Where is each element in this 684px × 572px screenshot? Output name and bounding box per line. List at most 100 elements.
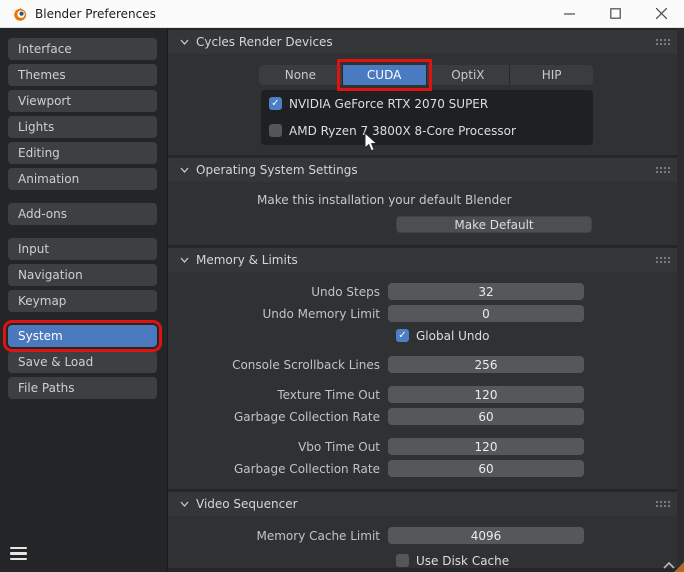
sidebar-item-viewport[interactable]: Viewport: [8, 90, 157, 112]
sidebar-item-label: Interface: [18, 42, 72, 56]
render-device-tabs: None CUDA OptiX HIP: [259, 59, 593, 91]
field-label: Garbage Collection Rate: [233, 409, 380, 424]
tab-none[interactable]: None: [259, 65, 342, 85]
section-title: Operating System Settings: [196, 163, 358, 177]
blender-logo-icon: [10, 7, 27, 21]
vbo-timeout-field[interactable]: 120: [388, 438, 584, 455]
sidebar-item-label: Editing: [18, 146, 60, 160]
field-label: Texture Time Out: [277, 387, 380, 402]
memory-section-header[interactable]: Memory & Limits: [168, 248, 684, 272]
texture-gc-rate-row: Garbage Collection Rate 60: [168, 408, 684, 425]
sidebar-item-label: Add-ons: [18, 207, 67, 221]
sidebar-item-label: File Paths: [18, 381, 75, 395]
device-row-nvidia: NVIDIA GeForce RTX 2070 SUPER: [269, 96, 585, 111]
console-scrollback-field[interactable]: 256: [388, 356, 584, 373]
section-cycles-render-devices: Cycles Render Devices None CUDA OptiX HI…: [168, 30, 684, 155]
corner-resize-accent: [674, 562, 684, 572]
close-icon: [655, 8, 667, 19]
use-disk-cache-row: Use Disk Cache: [396, 553, 684, 568]
sidebar-item-navigation[interactable]: Navigation: [8, 264, 157, 286]
sidebar-group-divider: [8, 194, 157, 203]
section-title: Memory & Limits: [196, 253, 298, 267]
collapse-chevron-icon[interactable]: [180, 167, 189, 173]
sidebar-item-label: Lights: [18, 120, 55, 134]
sidebar-item-lights[interactable]: Lights: [8, 116, 157, 138]
texture-timeout-field[interactable]: 120: [388, 386, 584, 403]
minimize-icon: [563, 13, 575, 15]
section-operating-system-settings: Operating System Settings Make this inst…: [168, 158, 684, 245]
preferences-sidebar: Interface Themes Viewport Lights Editing…: [0, 28, 168, 571]
checkbox-label: Global Undo: [416, 328, 490, 343]
undo-steps-row: Undo Steps 32: [168, 283, 684, 300]
sidebar-item-label: System: [18, 329, 63, 343]
memory-cache-limit-row: Memory Cache Limit 4096: [168, 527, 684, 544]
vbo-gc-rate-field[interactable]: 60: [388, 460, 584, 477]
section-title: Cycles Render Devices: [196, 35, 333, 49]
sidebar-item-themes[interactable]: Themes: [8, 64, 157, 86]
scroll-up-chevron-icon[interactable]: [663, 562, 675, 569]
checkbox-label: Use Disk Cache: [416, 553, 510, 568]
tab-hip[interactable]: HIP: [510, 65, 593, 85]
panel-grip-icon[interactable]: [655, 38, 671, 46]
sidebar-item-label: Input: [18, 242, 50, 256]
nvidia-device-checkbox[interactable]: [269, 97, 282, 110]
tab-optix[interactable]: OptiX: [426, 65, 510, 85]
minimize-button[interactable]: [546, 0, 592, 27]
console-scrollback-row: Console Scrollback Lines 256: [168, 356, 684, 373]
cycles-section-header[interactable]: Cycles Render Devices: [168, 30, 684, 54]
video-section-header[interactable]: Video Sequencer: [168, 492, 684, 516]
hamburger-icon: [10, 547, 27, 550]
device-row-amd-cpu: AMD Ryzen 7 3800X 8-Core Processor: [269, 123, 585, 138]
collapse-chevron-icon[interactable]: [180, 501, 189, 507]
sidebar-item-file-paths[interactable]: File Paths: [8, 377, 157, 399]
sidebar-item-interface[interactable]: Interface: [8, 38, 157, 60]
close-button[interactable]: [638, 0, 684, 27]
vbo-gc-rate-row: Garbage Collection Rate 60: [168, 460, 684, 477]
sidebar-item-label: Viewport: [18, 94, 72, 108]
section-memory-limits: Memory & Limits Undo Steps 32 Undo Memor…: [168, 248, 684, 489]
sidebar-item-save-load[interactable]: Save & Load: [8, 351, 157, 373]
use-disk-cache-checkbox[interactable]: [396, 554, 409, 567]
field-label: Console Scrollback Lines: [232, 357, 380, 372]
field-label: Undo Steps: [311, 284, 380, 299]
sidebar-item-label: Animation: [18, 172, 80, 186]
field-label: Memory Cache Limit: [256, 528, 381, 543]
undo-steps-field[interactable]: 32: [388, 283, 584, 300]
sidebar-item-input[interactable]: Input: [8, 238, 157, 260]
os-section-header[interactable]: Operating System Settings: [168, 158, 684, 182]
texture-timeout-row: Texture Time Out 120: [168, 386, 684, 403]
sidebar-group-divider: [8, 229, 157, 238]
default-blender-description: Make this installation your default Blen…: [257, 193, 512, 207]
undo-memory-limit-row: Undo Memory Limit 0: [168, 305, 684, 322]
sidebar-item-addons[interactable]: Add-ons: [8, 203, 157, 225]
panel-grip-icon[interactable]: [655, 256, 671, 264]
titlebar: Blender Preferences: [0, 0, 684, 28]
device-label: NVIDIA GeForce RTX 2070 SUPER: [289, 96, 489, 111]
panel-grip-icon[interactable]: [655, 500, 671, 508]
sidebar-item-keymap[interactable]: Keymap: [8, 290, 157, 312]
preferences-main-panel: Cycles Render Devices None CUDA OptiX HI…: [168, 28, 684, 571]
texture-gc-rate-field[interactable]: 60: [388, 408, 584, 425]
maximize-icon: [609, 8, 621, 19]
amd-cpu-device-checkbox[interactable]: [269, 124, 282, 137]
sidebar-item-system[interactable]: System: [3, 320, 162, 352]
maximize-button[interactable]: [592, 0, 638, 27]
panel-grip-icon[interactable]: [655, 166, 671, 174]
collapse-chevron-icon[interactable]: [180, 39, 189, 45]
global-undo-row: Global Undo: [396, 328, 684, 343]
sidebar-group-divider: [8, 316, 157, 325]
preferences-menu-button[interactable]: [10, 547, 27, 560]
memory-cache-limit-field[interactable]: 4096: [388, 527, 584, 544]
tab-cuda[interactable]: CUDA: [336, 59, 432, 91]
global-undo-checkbox[interactable]: [396, 329, 409, 342]
sidebar-item-editing[interactable]: Editing: [8, 142, 157, 164]
sidebar-item-label: Navigation: [18, 268, 83, 282]
window-controls: [546, 0, 684, 27]
sidebar-item-animation[interactable]: Animation: [8, 168, 157, 190]
sidebar-item-label: Themes: [18, 68, 66, 82]
collapse-chevron-icon[interactable]: [180, 257, 189, 263]
undo-memory-limit-field[interactable]: 0: [388, 305, 584, 322]
cuda-device-list: NVIDIA GeForce RTX 2070 SUPER AMD Ryzen …: [261, 90, 593, 145]
section-title: Video Sequencer: [196, 497, 298, 511]
make-default-button[interactable]: Make Default: [396, 216, 592, 233]
